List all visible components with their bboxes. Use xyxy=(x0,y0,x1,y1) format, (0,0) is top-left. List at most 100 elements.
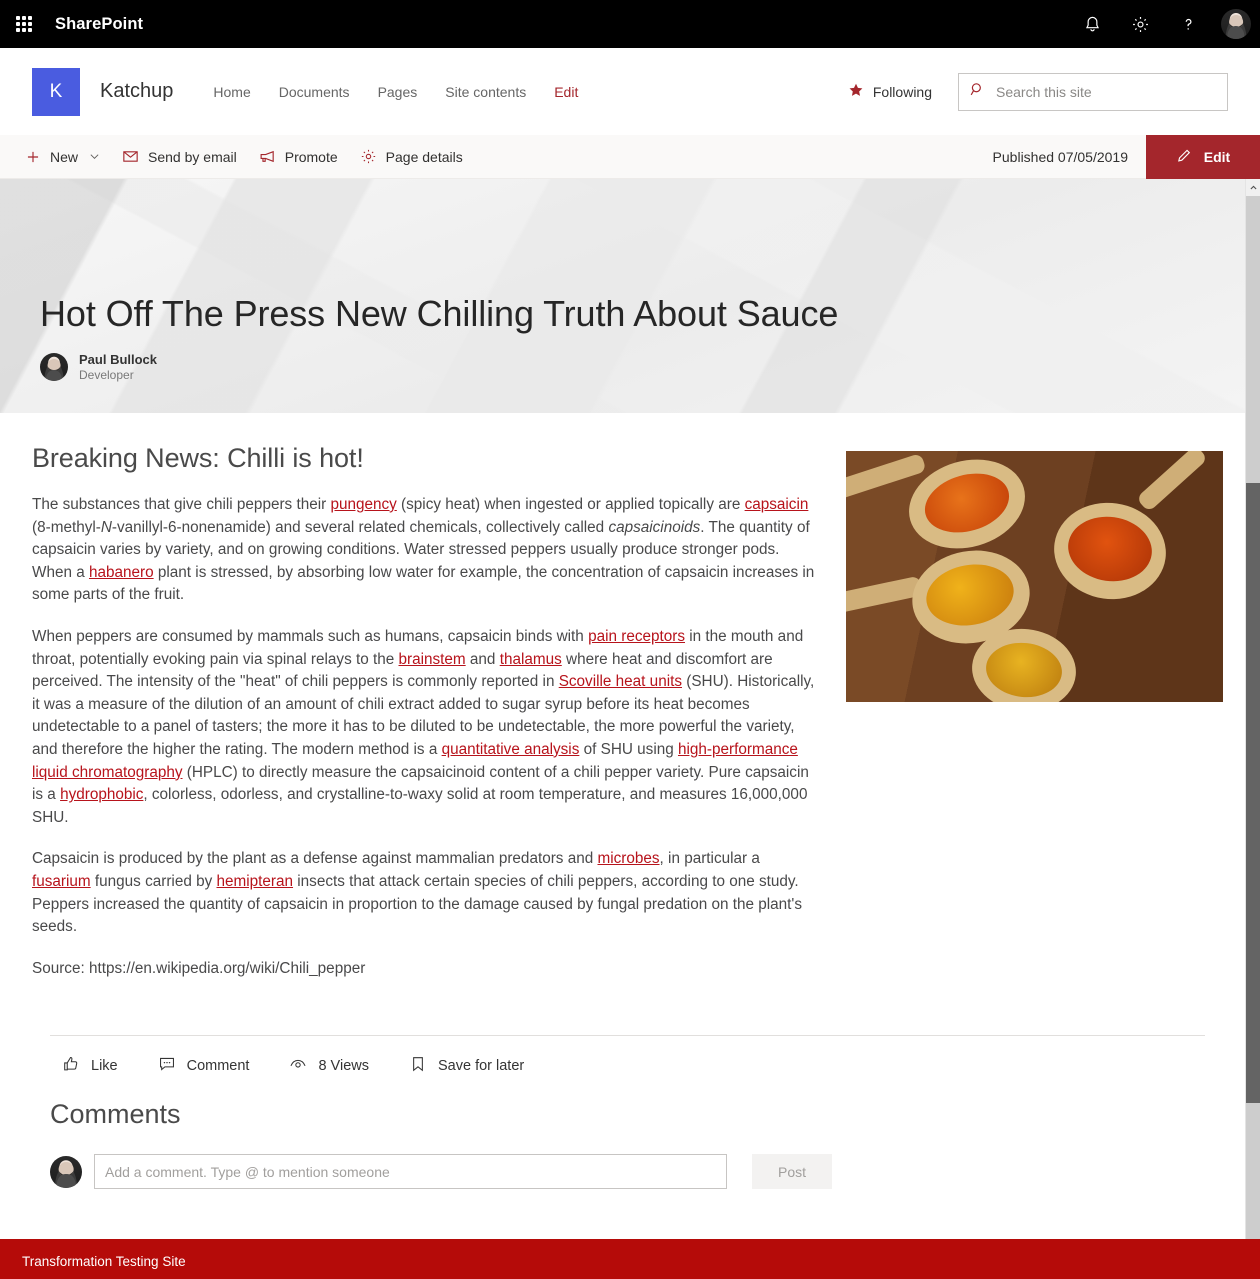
notifications-icon[interactable] xyxy=(1068,0,1116,48)
nav-item-site-contents[interactable]: Site contents xyxy=(431,76,540,108)
views-label: 8 Views xyxy=(318,1058,369,1075)
suite-brand[interactable]: SharePoint xyxy=(55,15,143,34)
site-header: K Katchup Home Documents Pages Site cont… xyxy=(0,48,1260,135)
command-bar-right: Published 07/05/2019 Edit xyxy=(993,135,1260,179)
link-quantitative-analysis[interactable]: quantitative analysis xyxy=(442,741,580,758)
text-run: Capsaicin is produced by the plant as a … xyxy=(32,850,598,868)
article-paragraph-1: The substances that give chili peppers t… xyxy=(32,494,822,607)
article-paragraph-3: Capsaicin is produced by the plant as a … xyxy=(32,848,822,938)
scrollbar-thumb[interactable] xyxy=(1246,483,1260,1103)
promote-label: Promote xyxy=(284,148,338,165)
save-for-later-button[interactable]: Save for later xyxy=(409,1055,524,1077)
comments-heading: Comments xyxy=(50,1099,181,1130)
article-heading: Breaking News: Chilli is hot! xyxy=(32,443,364,473)
plus-icon xyxy=(25,149,41,165)
article-source: Source: https://en.wikipedia.org/wiki/Ch… xyxy=(32,959,366,977)
author-role: Developer xyxy=(79,368,134,382)
article-main-column: Breaking News: Chilli is hot! The substa… xyxy=(32,443,822,999)
search-input[interactable] xyxy=(996,83,1217,100)
scrollbar-track[interactable] xyxy=(1246,196,1260,1239)
byline: Paul Bullock Developer xyxy=(40,352,1205,383)
hero-content: Hot Off The Press New Chilling Truth Abo… xyxy=(40,293,1205,383)
bookmark-icon xyxy=(409,1055,427,1077)
site-title[interactable]: Katchup xyxy=(100,80,173,103)
following-label: Following xyxy=(872,83,932,100)
hero-banner: Hot Off The Press New Chilling Truth Abo… xyxy=(0,179,1245,413)
link-habanero[interactable]: habanero xyxy=(89,564,154,581)
edit-label: Edit xyxy=(1203,149,1231,165)
comment-input[interactable] xyxy=(94,1154,727,1190)
like-button[interactable]: Like xyxy=(62,1055,118,1077)
link-thalamus[interactable]: thalamus xyxy=(500,651,562,668)
promote-button[interactable]: Promote xyxy=(248,142,349,171)
suite-bar: SharePoint xyxy=(0,0,1260,48)
help-question-icon[interactable] xyxy=(1164,0,1212,48)
text-run: , in particular a xyxy=(659,850,760,868)
app-launcher-icon[interactable] xyxy=(0,0,48,48)
link-hydrophobic[interactable]: hydrophobic xyxy=(60,786,143,803)
site-navigation: Home Documents Pages Site contents Edit xyxy=(199,76,592,108)
text-run: of SHU using xyxy=(579,740,678,758)
following-button[interactable]: Following xyxy=(848,82,932,101)
nav-item-home[interactable]: Home xyxy=(199,76,264,108)
app-launcher-grid xyxy=(16,16,32,32)
scroll-up-arrow-icon[interactable] xyxy=(1246,179,1260,196)
byline-text: Paul Bullock Developer xyxy=(79,352,157,383)
avatar-image xyxy=(1221,9,1251,39)
like-label: Like xyxy=(91,1058,118,1075)
star-icon xyxy=(848,82,864,101)
link-pain-receptors[interactable]: pain receptors xyxy=(588,628,685,645)
post-comment-button[interactable]: Post xyxy=(752,1154,832,1190)
search-box[interactable] xyxy=(958,72,1228,111)
thumbs-up-icon xyxy=(62,1055,80,1077)
comment-label: Comment xyxy=(186,1058,250,1075)
nav-item-pages[interactable]: Pages xyxy=(364,76,432,108)
save-for-later-label: Save for later xyxy=(437,1058,525,1075)
spice-image xyxy=(846,451,1223,702)
text-run: The substances that give chili peppers t… xyxy=(32,496,331,513)
social-bar: Like Comment 8 Views Save for later xyxy=(0,1036,1245,1077)
user-avatar[interactable] xyxy=(1212,0,1260,48)
link-fusarium[interactable]: fusarium xyxy=(32,873,91,890)
italic-run: N xyxy=(100,518,112,536)
link-pungency[interactable]: pungency xyxy=(330,496,396,513)
article-body: Breaking News: Chilli is hot! The substa… xyxy=(0,413,1245,999)
page-details-button[interactable]: Page details xyxy=(349,142,474,171)
gear-icon xyxy=(360,148,377,165)
text-run: , colorless, odorless, and crystalline-t… xyxy=(32,786,808,826)
settings-gear-icon[interactable] xyxy=(1116,0,1164,48)
new-button[interactable]: New xyxy=(14,143,111,171)
link-brainstem[interactable]: brainstem xyxy=(399,651,466,668)
link-capsaicin[interactable]: capsaicin xyxy=(745,496,809,513)
article-side-column xyxy=(846,443,1231,999)
page-scroll-area: Hot Off The Press New Chilling Truth Abo… xyxy=(0,179,1260,1239)
page-content: Hot Off The Press New Chilling Truth Abo… xyxy=(0,179,1245,1239)
italic-run: capsaicinoids xyxy=(608,518,701,536)
send-by-email-button[interactable]: Send by email xyxy=(111,142,248,171)
search-icon xyxy=(969,81,996,103)
link-scoville-heat-units[interactable]: Scoville heat units xyxy=(559,673,682,690)
site-footer: Transformation Testing Site xyxy=(0,1239,1260,1279)
views-counter[interactable]: 8 Views xyxy=(289,1055,369,1077)
comment-button[interactable]: Comment xyxy=(158,1055,250,1077)
author-name: Paul Bullock xyxy=(79,351,158,367)
edit-button[interactable]: Edit xyxy=(1146,135,1260,179)
comment-bubble-icon xyxy=(158,1055,176,1077)
link-microbes[interactable]: microbes xyxy=(597,850,659,867)
vertical-scrollbar[interactable] xyxy=(1245,179,1260,1239)
nav-item-edit[interactable]: Edit xyxy=(540,76,592,108)
article-paragraph-2: When peppers are consumed by mammals suc… xyxy=(32,626,822,829)
link-hemipteran[interactable]: hemipteran xyxy=(217,873,294,890)
eye-icon xyxy=(289,1055,307,1077)
commenter-avatar xyxy=(50,1155,82,1188)
nav-item-documents[interactable]: Documents xyxy=(265,76,364,108)
chevron-down-icon xyxy=(89,149,100,165)
pencil-icon xyxy=(1176,147,1193,167)
envelope-icon xyxy=(122,148,139,165)
command-bar: New Send by email Promote Page details P… xyxy=(0,135,1260,179)
page-details-label: Page details xyxy=(385,148,463,165)
site-logo[interactable]: K xyxy=(32,67,80,116)
text-run: (spicy heat) when ingested or applied to… xyxy=(396,496,745,513)
published-status: Published 07/05/2019 xyxy=(992,149,1128,165)
text-run: (8-methyl- xyxy=(32,518,101,536)
